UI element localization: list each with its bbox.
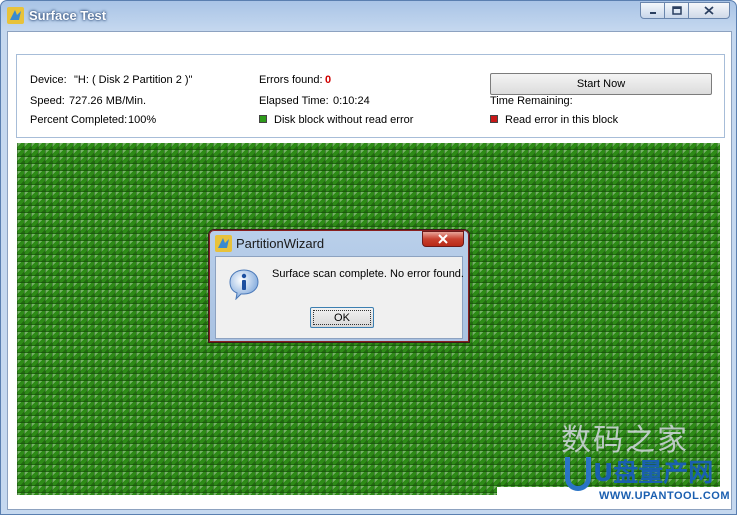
dialog-body: Surface scan complete. No error found. O… [215, 256, 464, 339]
close-button[interactable] [688, 2, 730, 19]
close-icon [704, 6, 714, 15]
device-value: "H: ( Disk 2 Partition 2 )" [74, 74, 193, 86]
percent-label: Percent Completed: [30, 114, 128, 126]
status-panel: Device: "H: ( Disk 2 Partition 2 )" Spee… [16, 54, 725, 138]
watermark-url: WWW.UPANTOOL.COM [599, 490, 731, 502]
partition-wizard-app-icon [7, 7, 24, 24]
dialog-title: PartitionWizard [236, 236, 325, 251]
legend-error-swatch [490, 115, 498, 123]
errors-label: Errors found: [259, 74, 323, 86]
minimize-button[interactable] [640, 2, 665, 19]
close-icon [438, 234, 448, 244]
device-label: Device: [30, 74, 67, 86]
elapsed-label: Elapsed Time: [259, 95, 329, 107]
partition-wizard-dialog: PartitionWizard Surface scan complete. N… [208, 229, 470, 343]
legend-ok-swatch [259, 115, 267, 123]
watermark-u-logo [565, 457, 591, 491]
errors-count: 0 [325, 74, 332, 86]
speed-value: 727.26 MB/Min. [69, 95, 147, 107]
dialog-message: Surface scan complete. No error found. [272, 268, 464, 280]
time-remaining-label: Time Remaining: [490, 95, 573, 107]
info-icon [229, 269, 259, 300]
partition-wizard-app-icon [215, 235, 232, 252]
start-now-button[interactable]: Start Now [490, 73, 712, 95]
maximize-button[interactable] [664, 2, 689, 19]
percent-value: 100% [128, 114, 157, 126]
watermark-line2: U盘量产网 [593, 458, 714, 487]
window-title: Surface Test [29, 8, 107, 23]
elapsed-value: 0:10:24 [333, 95, 370, 107]
ok-button[interactable]: OK [310, 307, 374, 328]
minimize-icon [649, 11, 656, 14]
dialog-close-button[interactable] [422, 231, 464, 247]
legend-error-label: Read error in this block [505, 114, 619, 126]
legend-ok-label: Disk block without read error [274, 114, 414, 126]
title-bar[interactable]: Surface Test [1, 1, 736, 31]
speed-label: Speed: [30, 95, 65, 107]
maximize-icon [671, 6, 682, 15]
